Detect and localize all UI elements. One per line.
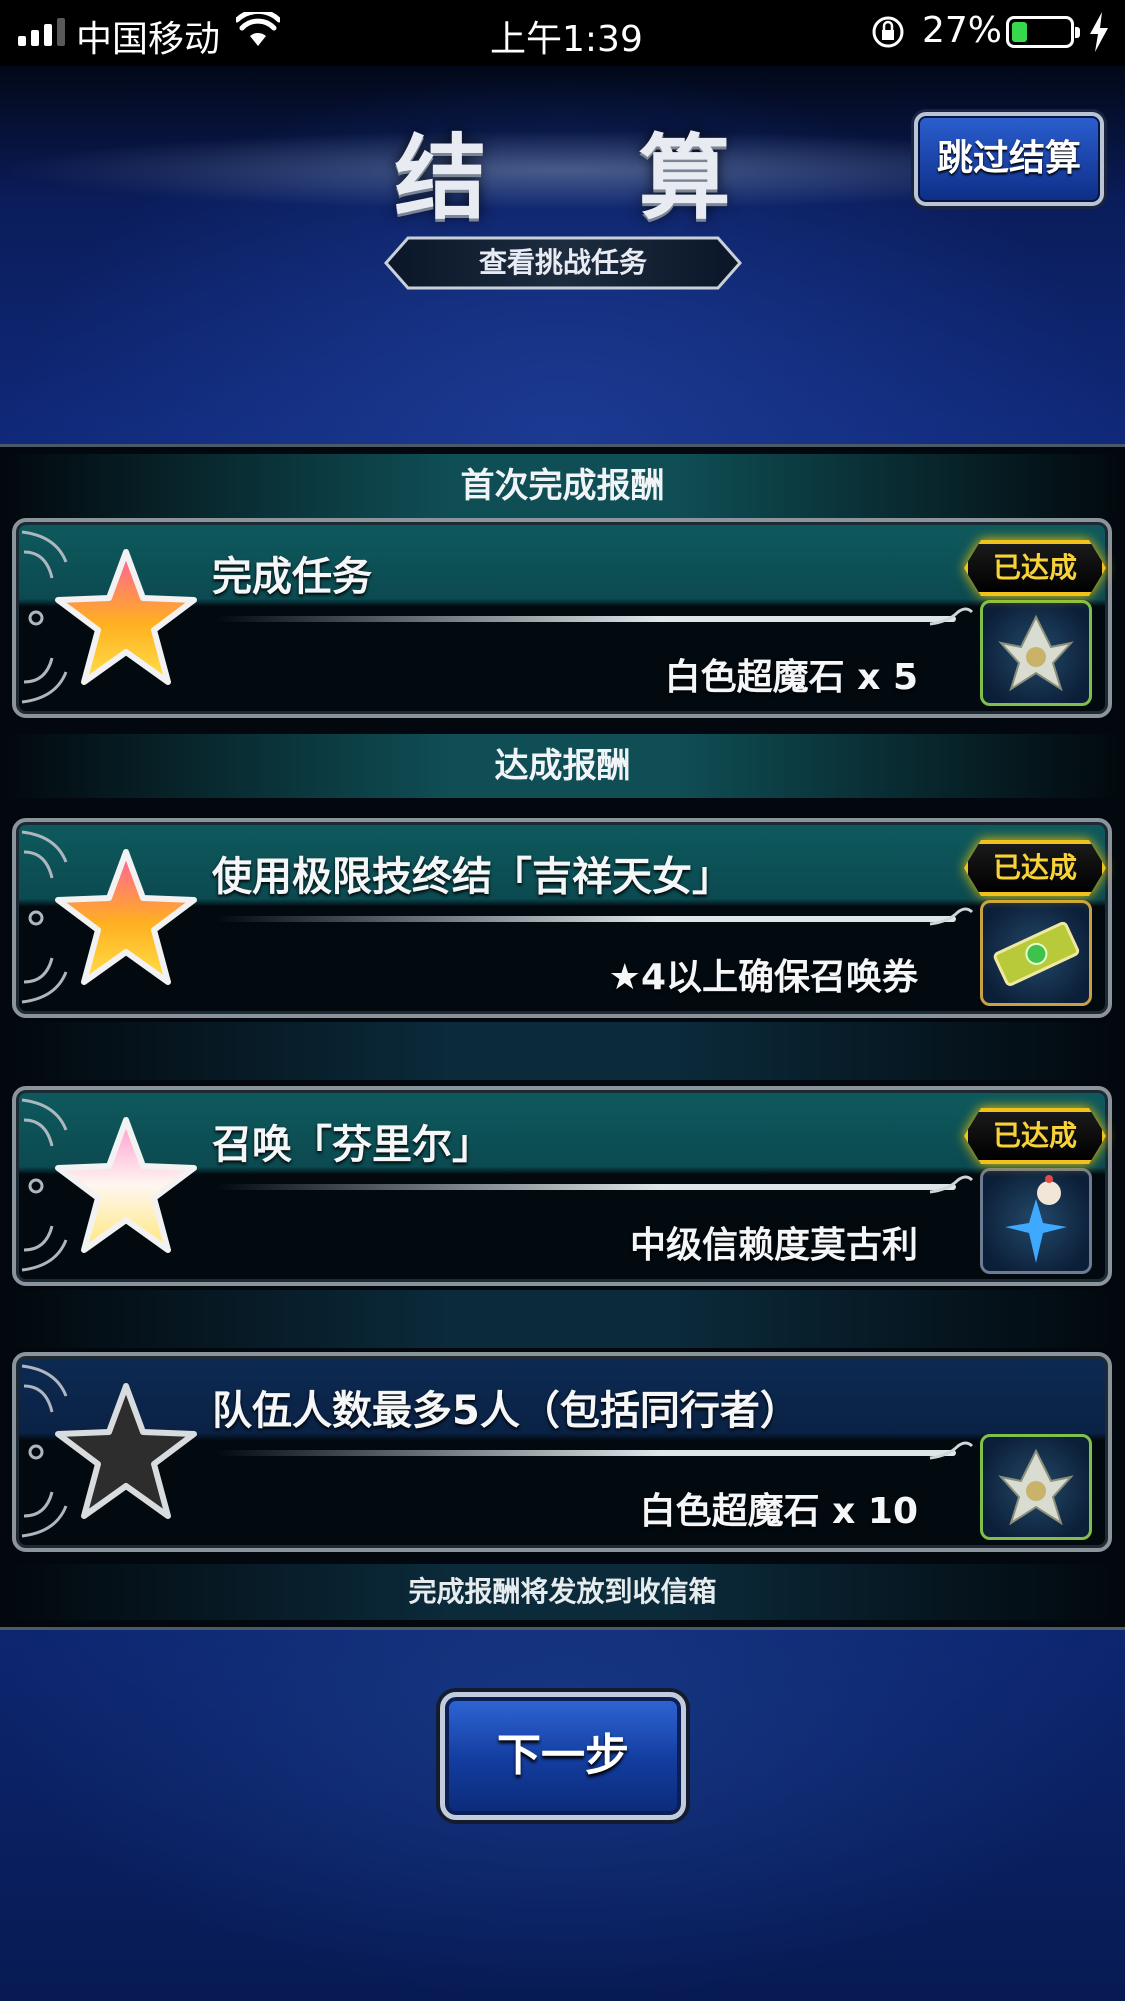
view-challenge-button[interactable]: 查看挑战任务 xyxy=(384,236,742,290)
mission-card-4: 队伍人数最多5人（包括同行者） 白色超魔石 x 10 xyxy=(12,1352,1112,1552)
status-bar: 中国移动 上午1:39 27% xyxy=(0,0,1125,66)
mission-name: 完成任务 xyxy=(212,554,372,600)
flourish-icon xyxy=(929,1175,974,1194)
skip-settlement-button[interactable]: 跳过结算 xyxy=(914,112,1104,206)
achieved-badge-1: 已达成 xyxy=(964,540,1106,596)
achieved-badge: 已达成 xyxy=(964,840,1106,896)
reward-text: 中级信赖度莫古利 xyxy=(629,1225,918,1266)
separator-band xyxy=(0,1022,1125,1080)
achieve-header: 达成报酬 xyxy=(0,734,1125,798)
mission-card-3: 召唤「芬里尔」 中级信赖度莫古利 xyxy=(12,1086,1112,1286)
mission-name: 队伍人数最多5人（包括同行者） xyxy=(212,1388,800,1434)
star-gold-icon xyxy=(55,549,197,685)
divider xyxy=(216,1450,956,1456)
first-clear-header: 首次完成报酬 xyxy=(0,454,1125,518)
flourish-icon xyxy=(929,1441,974,1460)
orientation-lock-icon xyxy=(872,16,904,48)
divider xyxy=(216,1184,956,1190)
ticket-icon[interactable] xyxy=(980,900,1092,1006)
reward-text: 白色超魔石 x 5 xyxy=(664,657,918,698)
battery-percent: 27% xyxy=(922,10,1003,51)
divider xyxy=(216,916,956,922)
carrier-label: 中国移动 xyxy=(76,19,221,60)
flourish-icon xyxy=(929,607,974,626)
challenge-button-label: 查看挑战任务 xyxy=(478,246,647,279)
achieved-badge-2: 已达成 xyxy=(964,840,1106,896)
star-white-icon xyxy=(55,1117,197,1253)
reward-text: 白色超魔石 x 10 xyxy=(639,1491,918,1532)
wifi-icon xyxy=(236,12,280,46)
next-button[interactable]: 下一步 xyxy=(440,1692,686,1820)
reward-text: ★4以上确保召唤券 xyxy=(608,957,918,998)
clock: 上午1:39 xyxy=(490,19,643,60)
crystal-icon[interactable] xyxy=(980,1434,1092,1540)
battery-icon xyxy=(1006,16,1080,48)
crystal-icon[interactable] xyxy=(980,600,1092,706)
moogle-icon[interactable] xyxy=(980,1168,1092,1274)
achieved-badge-3: 已达成 xyxy=(964,1108,1106,1164)
separator-band xyxy=(0,1290,1125,1348)
star-dark-icon xyxy=(55,1383,197,1519)
achieved-badge: 已达成 xyxy=(964,540,1106,596)
mission-name: 使用极限技终结「吉祥天女」 xyxy=(212,854,732,900)
achieved-badge: 已达成 xyxy=(964,1108,1106,1164)
divider xyxy=(216,616,956,622)
charging-icon xyxy=(1090,12,1108,52)
flourish-icon xyxy=(929,907,974,926)
star-gold-icon xyxy=(55,849,197,985)
mission-card-1: 完成任务 白色超魔石 x 5 xyxy=(12,518,1112,718)
inbox-note: 完成报酬将发放到收信箱 xyxy=(0,1564,1125,1620)
mission-name: 召唤「芬里尔」 xyxy=(212,1122,492,1168)
signal-icon xyxy=(18,16,65,46)
mission-card-2: 使用极限技终结「吉祥天女」 ★4以上确保召唤券 xyxy=(12,818,1112,1018)
